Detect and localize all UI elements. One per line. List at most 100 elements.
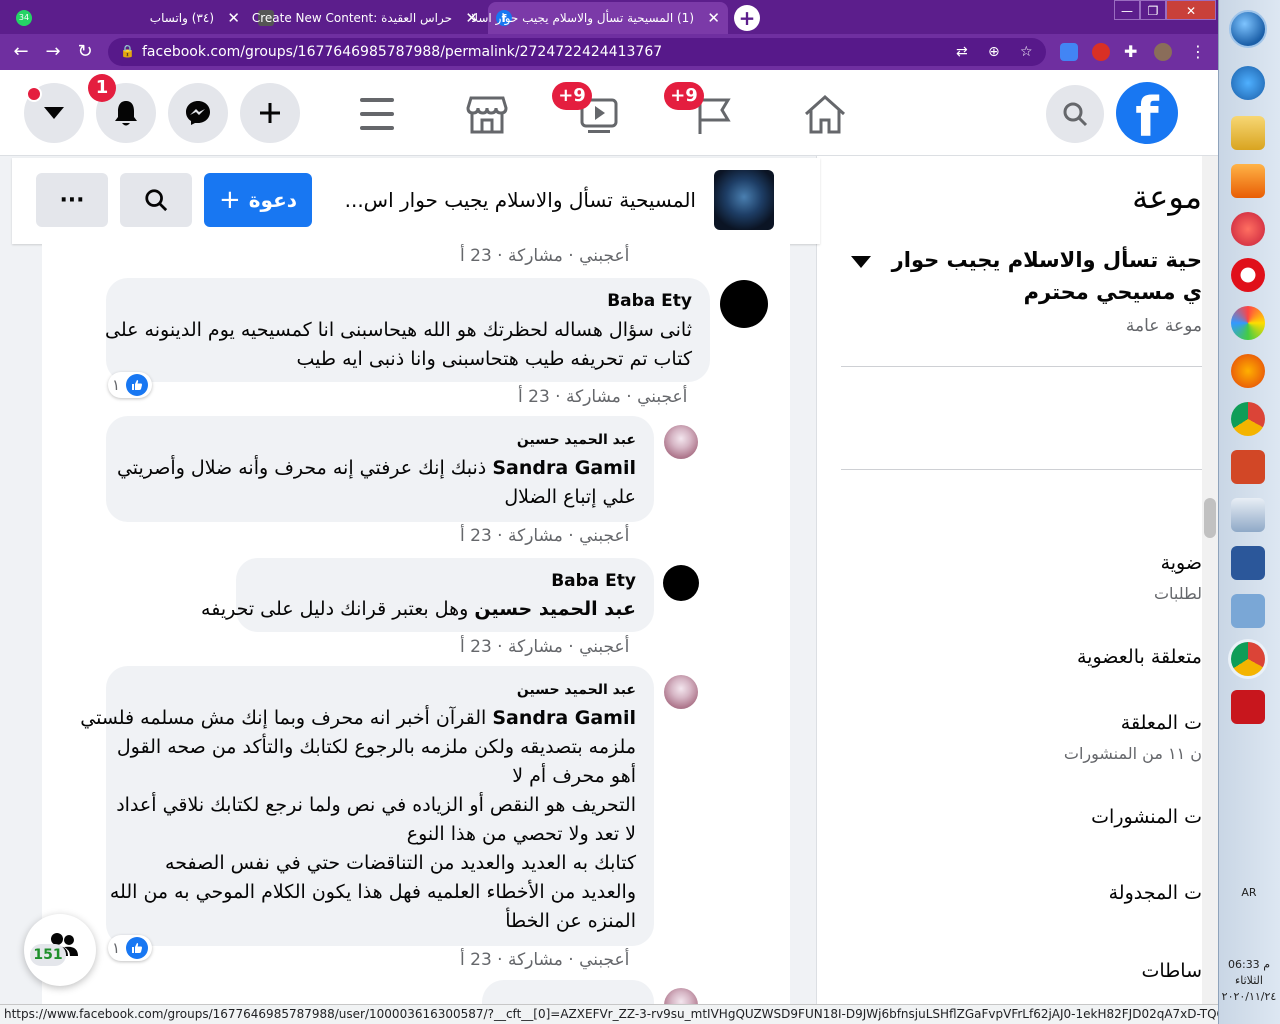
- panel-item-membership-questions[interactable]: متعلقة بالعضوية: [1077, 646, 1202, 668]
- menu-hamburger-icon[interactable]: [352, 92, 402, 136]
- marketplace-icon[interactable]: [462, 92, 512, 136]
- maximize-button[interactable]: ❐: [1140, 0, 1166, 20]
- facebook-top-nav: 1 +9 +9 f: [0, 70, 1218, 156]
- reaction-count[interactable]: ١: [108, 935, 153, 961]
- scrollbar-thumb[interactable]: [1204, 498, 1216, 538]
- clock-day: الثلاثاء: [1235, 974, 1263, 987]
- avatar[interactable]: [663, 565, 699, 601]
- chrome-menu-icon[interactable]: ⋮: [1190, 42, 1206, 61]
- comment-text-line: والعديد من الأخطاء العلميه فهل هذا يكون …: [109, 881, 636, 903]
- comment-actions[interactable]: أعجبني · مشاركة · 23 أ: [460, 526, 629, 546]
- page-scrollbar[interactable]: [1202, 156, 1218, 1006]
- group-admin-panel: موعة حية تسأل والاسلام يجيب حوار ي مسيحي…: [816, 156, 1202, 1006]
- new-tab-button[interactable]: +: [734, 5, 760, 31]
- window-close-button[interactable]: ✕: [1166, 0, 1216, 20]
- more-options-button[interactable]: ···: [36, 173, 108, 227]
- google-translate-extension-icon[interactable]: [1060, 43, 1078, 61]
- plus-icon: [260, 103, 280, 123]
- comment-text-line: أهو محرف أم لا: [512, 765, 636, 787]
- mention-tag[interactable]: Sandra Gamil: [492, 457, 636, 479]
- pdf-reader-icon[interactable]: [1231, 690, 1265, 724]
- comment-text-line: كتاب تم تحريفه طيب هتحاسبنى وانا ذنبى اي…: [296, 348, 692, 370]
- comment-actions[interactable]: أعجبني · مشاركة · 23 أ: [518, 387, 687, 407]
- search-icon: [145, 189, 168, 212]
- tab-label: حراس العقيدة :Create New Content: [251, 11, 452, 25]
- pages-badge: +9: [664, 82, 704, 110]
- tab-create-content[interactable]: حراس العقيدة :Create New Content ✕: [250, 2, 486, 34]
- comment-text-line: المنزه عن الخطأ: [505, 910, 636, 932]
- comment-text-line: التحريف هو النقص أو الزياده في نص ولما ن…: [116, 794, 636, 816]
- virtualbox-icon[interactable]: [1231, 498, 1265, 532]
- opera-icon[interactable]: [1231, 258, 1265, 292]
- comment-actions[interactable]: أعجبني · مشاركة · 23 أ: [460, 637, 629, 657]
- bookmark-star-icon[interactable]: ☆: [1020, 44, 1033, 60]
- group-name[interactable]: المسيحية تسأل والاسلام يجيب حوار اس...: [345, 188, 696, 212]
- caret-down-icon[interactable]: [851, 256, 871, 268]
- adblock-extension-icon[interactable]: [1092, 43, 1110, 61]
- zoom-icon[interactable]: ⊕: [988, 44, 1000, 60]
- word-icon[interactable]: [1231, 546, 1265, 580]
- group-sticky-header: ··· + دعوة المسيحية تسأل والاسلام يجيب ح…: [12, 158, 820, 244]
- notification-dot: [26, 86, 42, 102]
- powerpoint-icon[interactable]: [1231, 450, 1265, 484]
- comment-actions[interactable]: أعجبني · مشاركة · 23 أ: [460, 246, 629, 266]
- address-bar[interactable]: 🔒 facebook.com/groups/1677646985787988/p…: [108, 38, 1046, 66]
- translate-icon[interactable]: ⇄: [956, 44, 968, 60]
- divider: [841, 366, 1202, 367]
- panel-item-membership[interactable]: ضوية: [1161, 552, 1202, 574]
- messenger-button[interactable]: [168, 83, 228, 143]
- firefox-icon[interactable]: [1231, 354, 1265, 388]
- search-button[interactable]: [1046, 85, 1104, 143]
- comment-text-line: Sandra Gamil القرآن أخبر انه محرف وبما إ…: [80, 704, 636, 733]
- tab-label: (٣٤) واتساب: [149, 11, 214, 25]
- minimize-button[interactable]: —: [1114, 0, 1140, 20]
- chrome-icon[interactable]: [1231, 402, 1265, 436]
- mention-tag[interactable]: عبد الحميد حسين: [474, 598, 636, 620]
- mention-tag[interactable]: Sandra Gamil: [492, 707, 636, 729]
- avatar[interactable]: [664, 675, 698, 709]
- close-icon[interactable]: ✕: [227, 9, 240, 27]
- chrome-active-icon[interactable]: [1231, 642, 1265, 676]
- close-icon[interactable]: ✕: [707, 9, 720, 27]
- panel-item-activity[interactable]: ساطات: [1141, 960, 1202, 982]
- language-indicator[interactable]: AR: [1220, 886, 1278, 899]
- app-icon[interactable]: [1231, 212, 1265, 246]
- file-explorer-icon[interactable]: [1231, 116, 1265, 150]
- comment-actions[interactable]: أعجبني · مشاركة · 23 أ: [460, 950, 629, 970]
- comment-author[interactable]: Baba Ety: [551, 571, 636, 591]
- panel-item-posts[interactable]: ت المنشورات: [1091, 806, 1202, 828]
- home-icon[interactable]: [800, 92, 850, 136]
- lock-icon: 🔒: [120, 44, 135, 58]
- panel-item-scheduled[interactable]: ت المجدولة: [1109, 882, 1202, 904]
- reaction-count[interactable]: ١: [108, 372, 153, 398]
- comment-author[interactable]: Baba Ety: [607, 291, 692, 311]
- comment-author[interactable]: عبد الحميد حسين: [517, 682, 636, 698]
- media-player-icon[interactable]: [1231, 164, 1265, 198]
- profile-avatar-icon[interactable]: [1154, 43, 1172, 61]
- internet-explorer-icon[interactable]: [1231, 66, 1265, 100]
- paint-icon[interactable]: [1231, 306, 1265, 340]
- comment-author[interactable]: عبد الحميد حسين: [517, 432, 636, 448]
- back-arrow-icon[interactable]: ←: [10, 41, 32, 62]
- panel-item-pending[interactable]: ت المعلقة: [1121, 712, 1202, 734]
- app-icon[interactable]: [1231, 594, 1265, 628]
- forward-arrow-icon[interactable]: →: [42, 41, 64, 62]
- create-button[interactable]: [240, 83, 300, 143]
- group-name-line1: حية تسأل والاسلام يجيب حوار: [891, 248, 1202, 272]
- tab-facebook-group[interactable]: f (1) المسيحية تسأل والاسلام يجيب حوار ا…: [471, 2, 728, 34]
- clock-time[interactable]: 06:33 م: [1220, 958, 1278, 971]
- avatar[interactable]: [664, 425, 698, 459]
- invite-button[interactable]: + دعوة: [204, 173, 312, 227]
- comment-text-line: ثانى سؤال هساله لحظرتك هو الله هيحاسبنى …: [105, 319, 692, 341]
- tab-whatsapp[interactable]: 34 (٣٤) واتساب ✕: [8, 2, 248, 34]
- group-search-button[interactable]: [120, 173, 192, 227]
- comment-bubble: عبد الحميد حسين Sandra Gamil القرآن أخبر…: [80, 666, 654, 946]
- comments-feed: أعجبني · مشاركة · 23 أ Baba Ety ثانى سؤا…: [42, 244, 790, 1008]
- reload-icon[interactable]: ↻: [74, 41, 96, 62]
- watch-badge: +9: [552, 82, 592, 110]
- extensions-puzzle-icon[interactable]: ✚: [1124, 42, 1137, 61]
- start-button[interactable]: [1229, 10, 1267, 48]
- group-cover-thumbnail[interactable]: [714, 170, 774, 230]
- facebook-logo[interactable]: f: [1116, 82, 1178, 144]
- avatar[interactable]: [720, 280, 768, 328]
